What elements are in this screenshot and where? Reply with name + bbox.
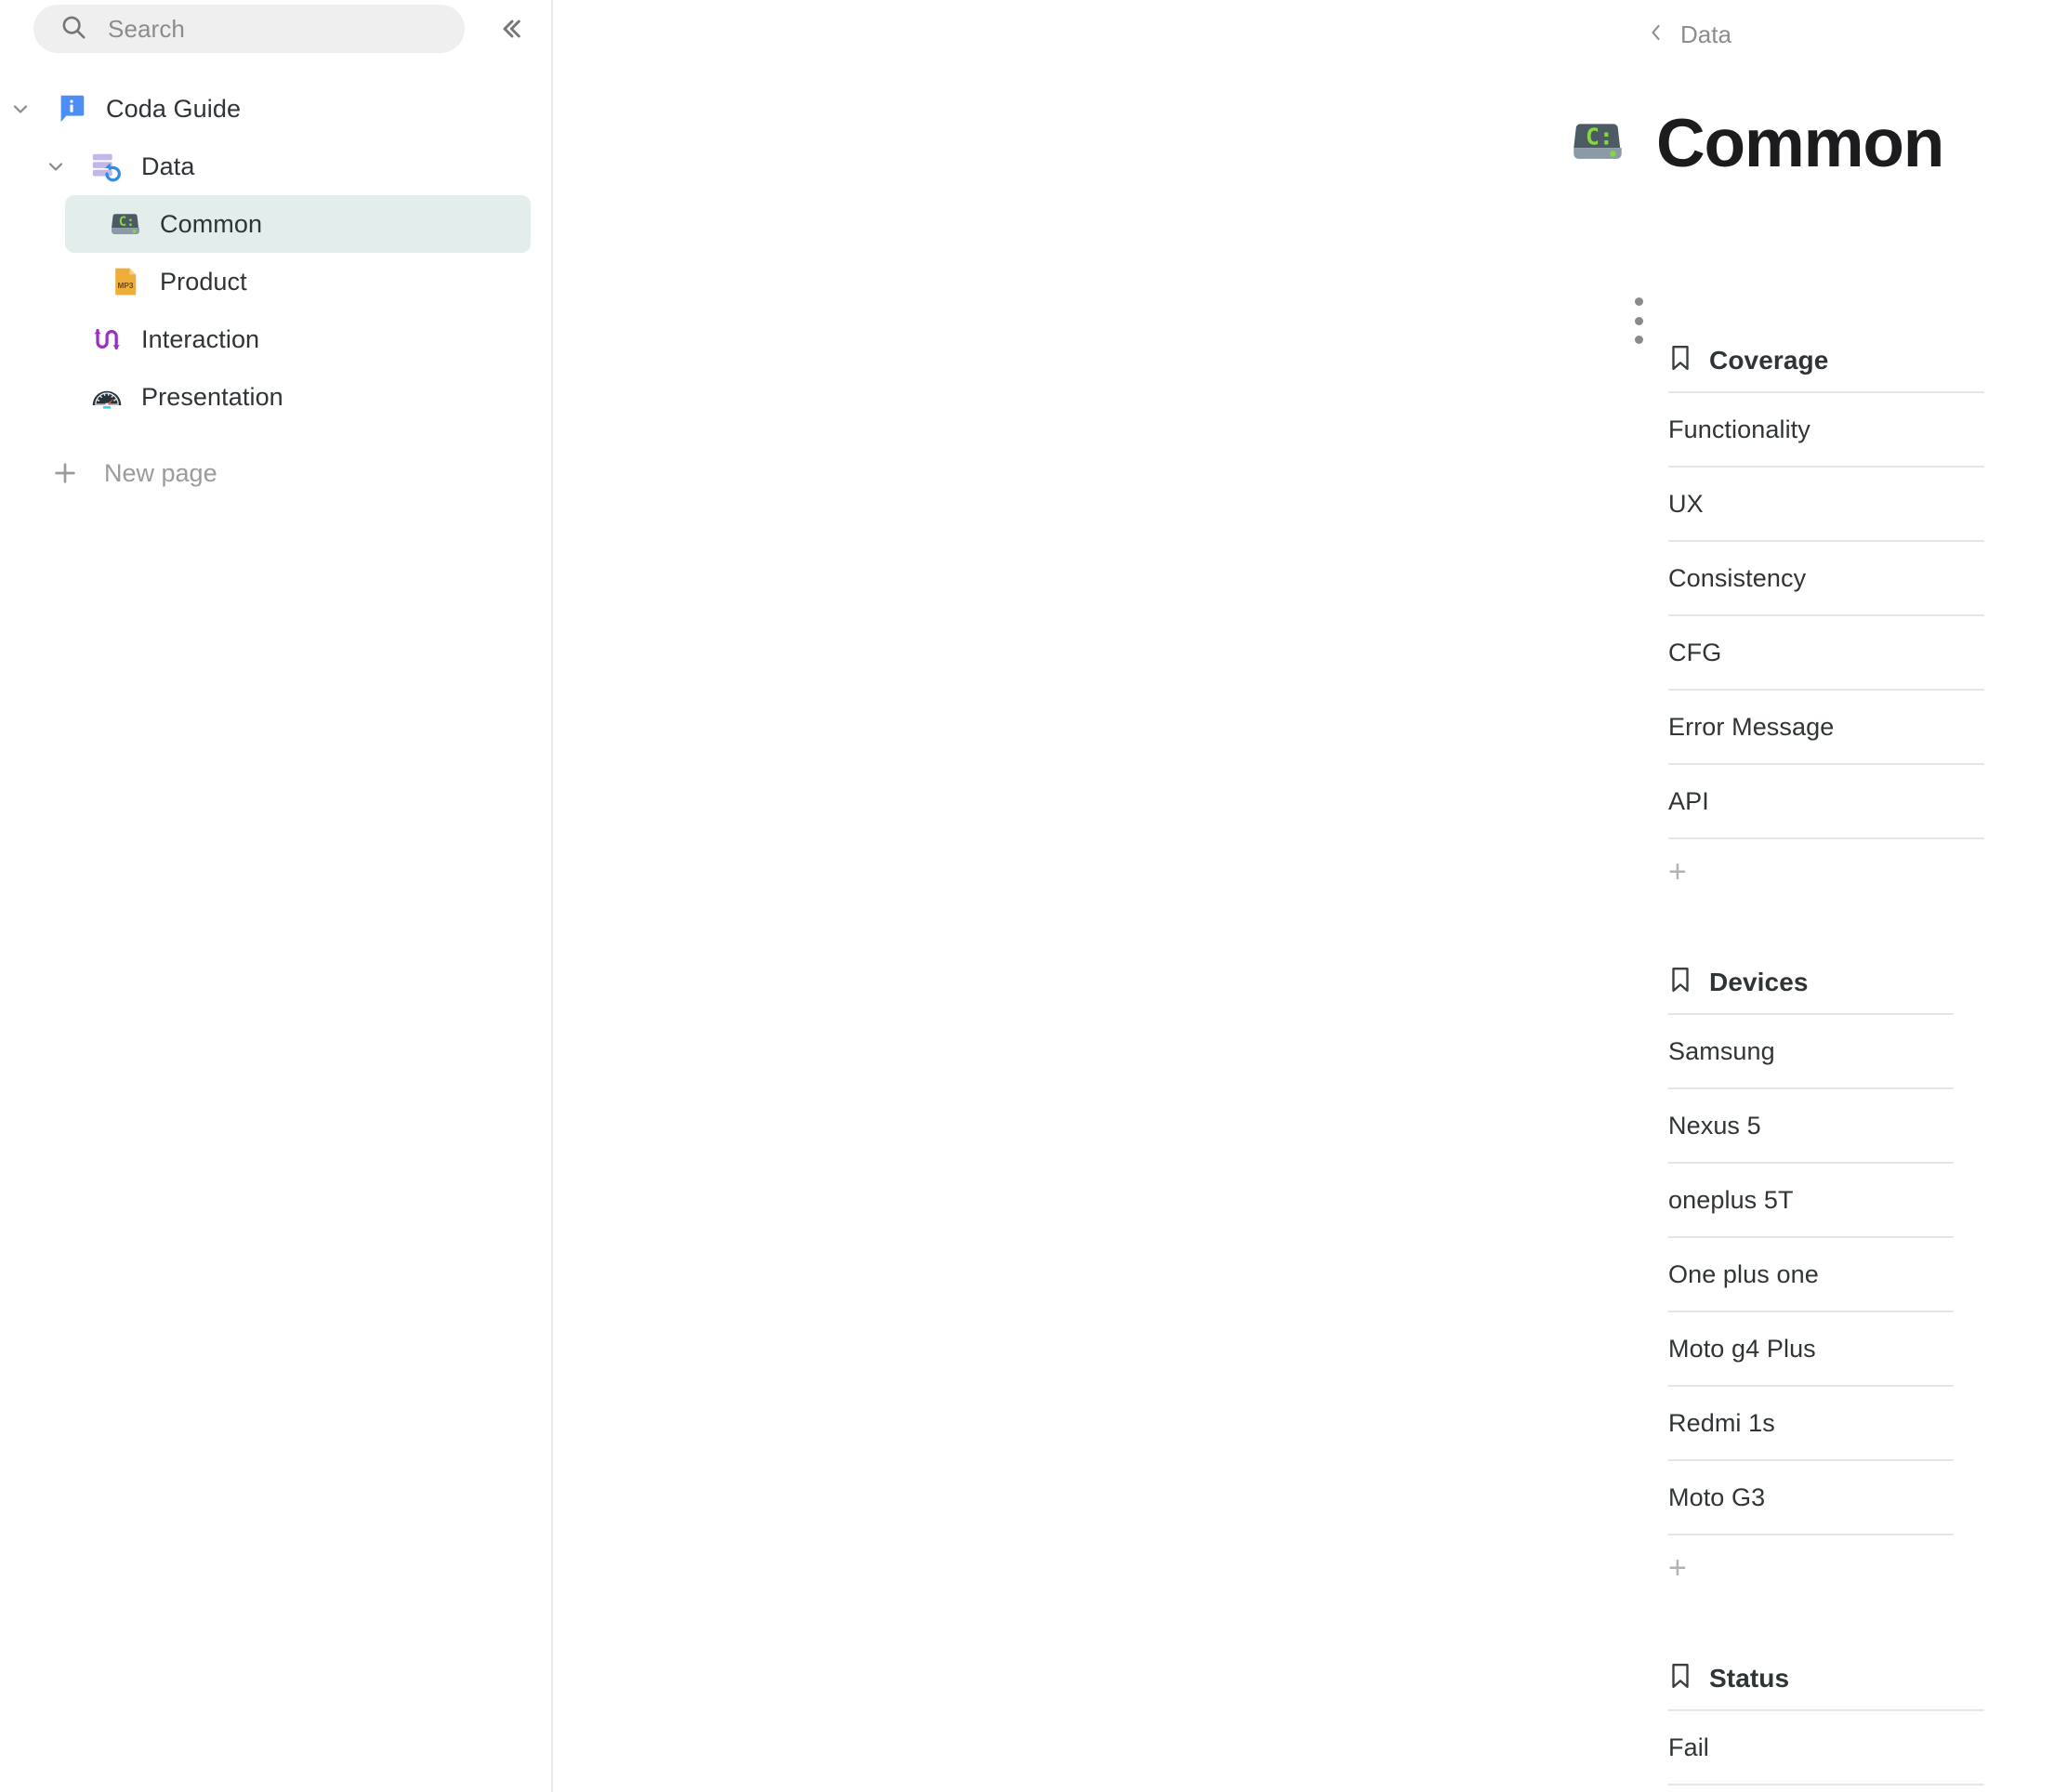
section-status: Status Fail [1668, 1662, 2054, 1785]
hard-drive-c-icon: C: [106, 204, 145, 244]
sidebar-item-presentation[interactable]: Presentation [20, 368, 531, 426]
table-status: Fail [1668, 1709, 1984, 1785]
card-index-refresh-icon [87, 147, 126, 186]
search-input[interactable]: Search [33, 5, 465, 53]
search-icon [59, 13, 87, 46]
section-title: Devices [1709, 967, 1809, 996]
section-title: Coverage [1709, 345, 1829, 375]
page-tree: Coda Guide Data C: Common MP3 Product In… [0, 80, 551, 502]
new-page-label: New page [104, 458, 217, 487]
section-devices: Devices Samsung Nexus 5 oneplus 5T One p… [1668, 966, 2054, 1601]
sidebar-item-label: Interaction [141, 324, 260, 353]
chevron-down-icon[interactable] [37, 148, 74, 185]
search-placeholder: Search [108, 14, 185, 43]
chevron-down-icon[interactable] [2, 90, 39, 127]
table-row[interactable]: Moto G3 [1668, 1461, 1954, 1535]
sidebar-item-label: Coda Guide [106, 94, 242, 123]
sections-container: Coverage Functionality UX Consistency CF… [1668, 344, 2054, 1792]
hard-drive-c-icon[interactable]: C: [1569, 112, 1626, 175]
sidebar-item-product[interactable]: MP3 Product [65, 253, 531, 310]
sidebar-item-label: Product [160, 267, 247, 296]
sidebar-header: Search [0, 0, 551, 58]
breadcrumb[interactable]: Data [1645, 20, 1731, 49]
table-row[interactable]: Moto g4 Plus [1668, 1312, 1954, 1387]
add-row-button[interactable]: + [1668, 839, 1984, 904]
table-row[interactable]: Nexus 5 [1668, 1089, 1954, 1164]
page-title: C: Common [1569, 106, 1944, 181]
table-row[interactable]: Samsung [1668, 1015, 1954, 1089]
dot [1634, 336, 1643, 344]
svg-text:MP3: MP3 [117, 282, 133, 290]
table-row[interactable]: oneplus 5T [1668, 1164, 1954, 1238]
add-row-button[interactable]: + [1668, 1535, 1954, 1601]
bookmark-icon [1668, 966, 1692, 998]
table-coverage: Functionality UX Consistency CFG Error M… [1668, 391, 1984, 904]
chevrons-left-icon[interactable] [489, 7, 532, 50]
table-row[interactable]: UX [1668, 468, 1984, 542]
dot [1634, 316, 1643, 325]
svg-text:C:: C: [1586, 123, 1613, 150]
section-header[interactable]: Devices [1668, 966, 1954, 1013]
info-speech-bubble-icon [52, 89, 91, 128]
table-row[interactable]: API [1668, 765, 1984, 839]
sidebar: Search Coda Guide Data C: Common MP3 Pro… [0, 0, 553, 1792]
section-coverage: Coverage Functionality UX Consistency CF… [1668, 344, 2054, 904]
sidebar-item-common[interactable]: C: Common [65, 195, 531, 253]
page-title-text: Common [1656, 106, 1944, 181]
sidebar-item-label: Common [160, 209, 263, 238]
mp3-file-icon: MP3 [106, 262, 145, 301]
main-content: Data C: Common Coverage Functionality UX… [553, 0, 2054, 1792]
new-page-button[interactable]: New page [0, 444, 551, 502]
table-row[interactable]: Redmi 1s [1668, 1387, 1954, 1461]
sidebar-item-interaction[interactable]: Interaction [20, 310, 531, 368]
plus-icon [46, 458, 84, 488]
sidebar-item-coda-guide[interactable]: Coda Guide [0, 80, 531, 138]
dot [1634, 297, 1643, 306]
svg-text:C:: C: [119, 215, 135, 230]
sidebar-item-data[interactable]: Data [20, 138, 531, 195]
twisted-arrows-icon [87, 320, 126, 359]
bookmark-icon [1668, 344, 1692, 376]
section-title: Status [1709, 1663, 1790, 1693]
chevron-left-icon [1645, 21, 1667, 48]
table-row[interactable]: Functionality [1668, 393, 1984, 468]
table-row[interactable]: Error Message [1668, 691, 1984, 765]
speedometer-icon [87, 377, 126, 416]
breadcrumb-label: Data [1680, 20, 1731, 48]
sidebar-item-label: Data [141, 152, 195, 180]
table-devices: Samsung Nexus 5 oneplus 5T One plus one … [1668, 1013, 1954, 1601]
sidebar-item-label: Presentation [141, 382, 283, 411]
table-row[interactable]: One plus one [1668, 1238, 1954, 1312]
table-row[interactable]: Consistency [1668, 542, 1984, 616]
app-root: Search Coda Guide Data C: Common MP3 Pro… [0, 0, 2054, 1792]
more-vertical-icon[interactable] [1626, 297, 1651, 344]
section-header[interactable]: Coverage [1668, 344, 1984, 391]
table-row[interactable]: CFG [1668, 616, 1984, 691]
table-row[interactable]: Fail [1668, 1711, 1984, 1785]
section-header[interactable]: Status [1668, 1662, 1984, 1709]
bookmark-icon [1668, 1662, 1692, 1694]
